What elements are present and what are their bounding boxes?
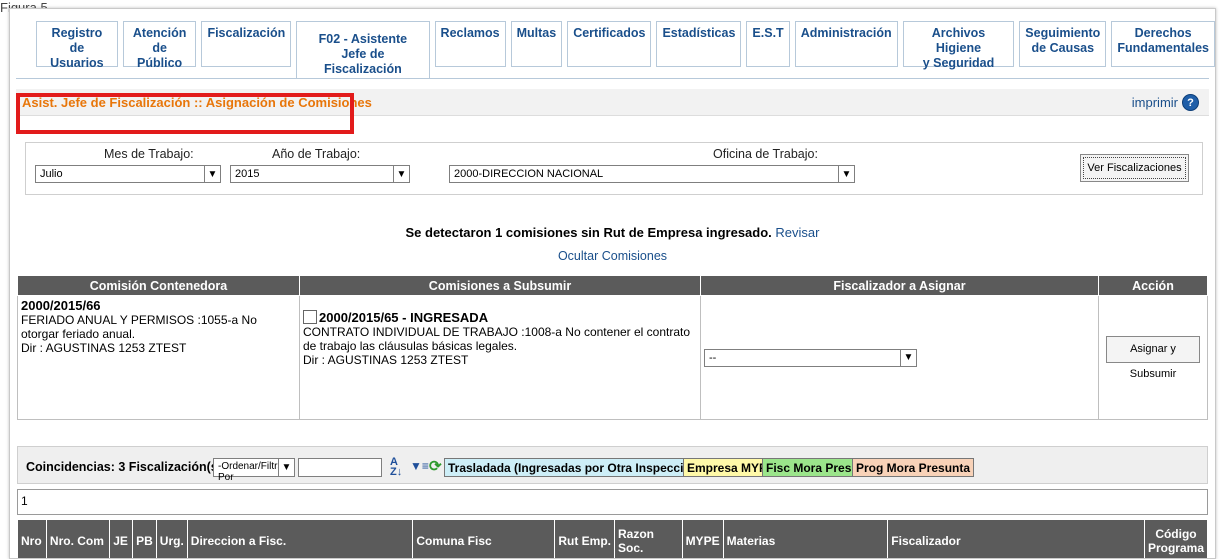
tab-multas[interactable]: Multas bbox=[511, 21, 563, 67]
col-header: Fiscalizador a Asignar bbox=[701, 276, 1099, 296]
anio-label: Año de Trabajo: bbox=[272, 147, 360, 161]
coincidencias-label: Coincidencias: 3 Fiscalización(s) bbox=[26, 460, 222, 474]
oficina-select[interactable]: 2000-DIRECCION NACIONAL ▼ bbox=[449, 165, 855, 183]
col-header: PB bbox=[133, 520, 157, 559]
filter-panel: Mes de Trabajo: Julio ▼ Año de Trabajo: … bbox=[25, 142, 1203, 195]
col-header: Nro bbox=[18, 520, 47, 559]
mes-select[interactable]: Julio ▼ bbox=[35, 165, 221, 183]
col-header: Código Programa bbox=[1144, 520, 1207, 559]
chevron-down-icon: ▼ bbox=[278, 459, 294, 476]
print-label: imprimir bbox=[1132, 95, 1178, 110]
notice-message: Se detectaron 1 comisiones sin Rut de Em… bbox=[10, 225, 1215, 240]
pagination: 1 bbox=[17, 489, 1208, 515]
col-header: Comuna Fisc bbox=[413, 520, 555, 559]
tab-est[interactable]: E.S.T bbox=[746, 21, 789, 67]
ver-fiscalizaciones-button[interactable]: Ver Fiscalizaciones bbox=[1080, 154, 1189, 182]
main-panel: Registro de Usuarios Atención de Público… bbox=[9, 8, 1216, 559]
ordenar-filtrar-select[interactable]: -Ordenar/Filtrar Por ▼ bbox=[213, 458, 295, 477]
tab-reclamos[interactable]: Reclamos bbox=[435, 21, 506, 67]
col-header: Comisión Contenedora bbox=[18, 276, 300, 296]
filter-icon[interactable]: ▼≡ bbox=[410, 459, 429, 473]
print-link[interactable]: imprimir ? bbox=[1132, 94, 1199, 111]
contenedora-desc: FERIADO ANUAL Y PERMISOS :1055-a No otor… bbox=[21, 313, 296, 341]
ordenar-select-value: -Ordenar/Filtrar Por bbox=[218, 461, 286, 483]
comisiones-table: Comisión Contenedora Comisiones a Subsum… bbox=[17, 275, 1208, 420]
chevron-down-icon: ▼ bbox=[900, 350, 916, 366]
chevron-down-icon: ▼ bbox=[204, 166, 220, 182]
fiscalizador-select[interactable]: -- ▼ bbox=[704, 349, 917, 367]
tab-archivos-higiene[interactable]: Archivos Higiene y Seguridad bbox=[903, 21, 1015, 67]
accion-cell: Asignar y Subsumir bbox=[1099, 296, 1208, 420]
tab-asistente-jefe-fiscalizacion[interactable]: F02 - Asistente Jefe de Fiscalización bbox=[296, 21, 429, 78]
sort-az-icon[interactable]: AZ↓ bbox=[390, 457, 402, 477]
col-header: Materias bbox=[723, 520, 888, 559]
subsumir-dir: Dir : AGUSTINAS 1253 ZTEST bbox=[303, 353, 697, 367]
contenedora-dir: Dir : AGUSTINAS 1253 ZTEST bbox=[21, 341, 296, 355]
chevron-down-icon: ▼ bbox=[393, 166, 409, 182]
search-input[interactable] bbox=[298, 458, 382, 477]
subsumir-desc: CONTRATO INDIVIDUAL DE TRABAJO :1008-a N… bbox=[303, 325, 697, 353]
title-highlight-box bbox=[16, 93, 354, 134]
asignar-subsumir-button[interactable]: Asignar y Subsumir bbox=[1106, 336, 1200, 363]
tab-administracion[interactable]: Administración bbox=[795, 21, 898, 67]
help-icon[interactable]: ? bbox=[1182, 94, 1199, 111]
mes-select-value: Julio bbox=[40, 168, 63, 180]
notice-text: Se detectaron 1 comisiones sin Rut de Em… bbox=[406, 225, 772, 240]
table-row: 2000/2015/66 FERIADO ANUAL Y PERMISOS :1… bbox=[18, 296, 1208, 420]
oficina-label: Oficina de Trabajo: bbox=[713, 147, 818, 161]
ocultar-comisiones-link[interactable]: Ocultar Comisiones bbox=[10, 249, 1215, 263]
tab-atencion-publico[interactable]: Atención de Público bbox=[123, 21, 197, 67]
chevron-down-icon: ▼ bbox=[838, 166, 854, 182]
col-header: Urg. bbox=[156, 520, 187, 559]
nav-divider bbox=[16, 78, 1209, 79]
tab-fiscalizacion[interactable]: Fiscalización bbox=[201, 21, 291, 67]
col-header: Rut Emp. bbox=[555, 520, 615, 559]
tab-seguimiento-causas[interactable]: Seguimiento de Causas bbox=[1019, 21, 1106, 67]
contenedora-id: 2000/2015/66 bbox=[21, 298, 296, 313]
subsumir-checkbox[interactable] bbox=[303, 310, 317, 324]
col-header: Comisiones a Subsumir bbox=[300, 276, 701, 296]
coincidencias-toolbar: Coincidencias: 3 Fiscalización(s) -Orden… bbox=[17, 446, 1208, 484]
legend-trasladada: Trasladada (Ingresadas por Otra Inspecci… bbox=[444, 458, 706, 477]
anio-select[interactable]: 2015 ▼ bbox=[230, 165, 410, 183]
col-header: Razon Soc. bbox=[614, 520, 682, 559]
tab-certificados[interactable]: Certificados bbox=[567, 21, 651, 67]
tab-estadisticas[interactable]: Estadísticas bbox=[656, 21, 741, 67]
col-header: JE bbox=[110, 520, 133, 559]
tab-derechos-fundamentales[interactable]: Derechos Fundamentales bbox=[1111, 21, 1215, 67]
legend-prog-mora-presunta: Prog Mora Presunta bbox=[852, 458, 974, 477]
oficina-select-value: 2000-DIRECCION NACIONAL bbox=[454, 168, 603, 180]
col-header: Acción bbox=[1099, 276, 1208, 296]
page-number[interactable]: 1 bbox=[21, 494, 28, 508]
mes-label: Mes de Trabajo: bbox=[104, 147, 194, 161]
results-table: Nro Nro. Com JE PB Urg. Direccion a Fisc… bbox=[17, 519, 1208, 559]
revisar-link[interactable]: Revisar bbox=[775, 225, 819, 240]
col-header: Nro. Com bbox=[46, 520, 109, 559]
col-header: MYPE bbox=[682, 520, 723, 559]
tab-registro-usuarios[interactable]: Registro de Usuarios bbox=[36, 21, 118, 67]
main-navigation: Registro de Usuarios Atención de Público… bbox=[36, 21, 1215, 78]
comision-contenedora-cell: 2000/2015/66 FERIADO ANUAL Y PERMISOS :1… bbox=[18, 296, 300, 420]
comision-subsumir-cell: 2000/2015/65 - INGRESADA CONTRATO INDIVI… bbox=[300, 296, 701, 420]
anio-select-value: 2015 bbox=[235, 168, 259, 180]
col-header: Fiscalizador bbox=[888, 520, 1145, 559]
subsumir-id: 2000/2015/65 - INGRESADA bbox=[319, 310, 488, 325]
fiscalizador-select-value: -- bbox=[709, 352, 716, 364]
fiscalizador-cell: -- ▼ bbox=[701, 296, 1099, 420]
col-header: Direccion a Fisc. bbox=[187, 520, 413, 559]
refresh-icon[interactable]: ⟳ bbox=[429, 457, 442, 475]
